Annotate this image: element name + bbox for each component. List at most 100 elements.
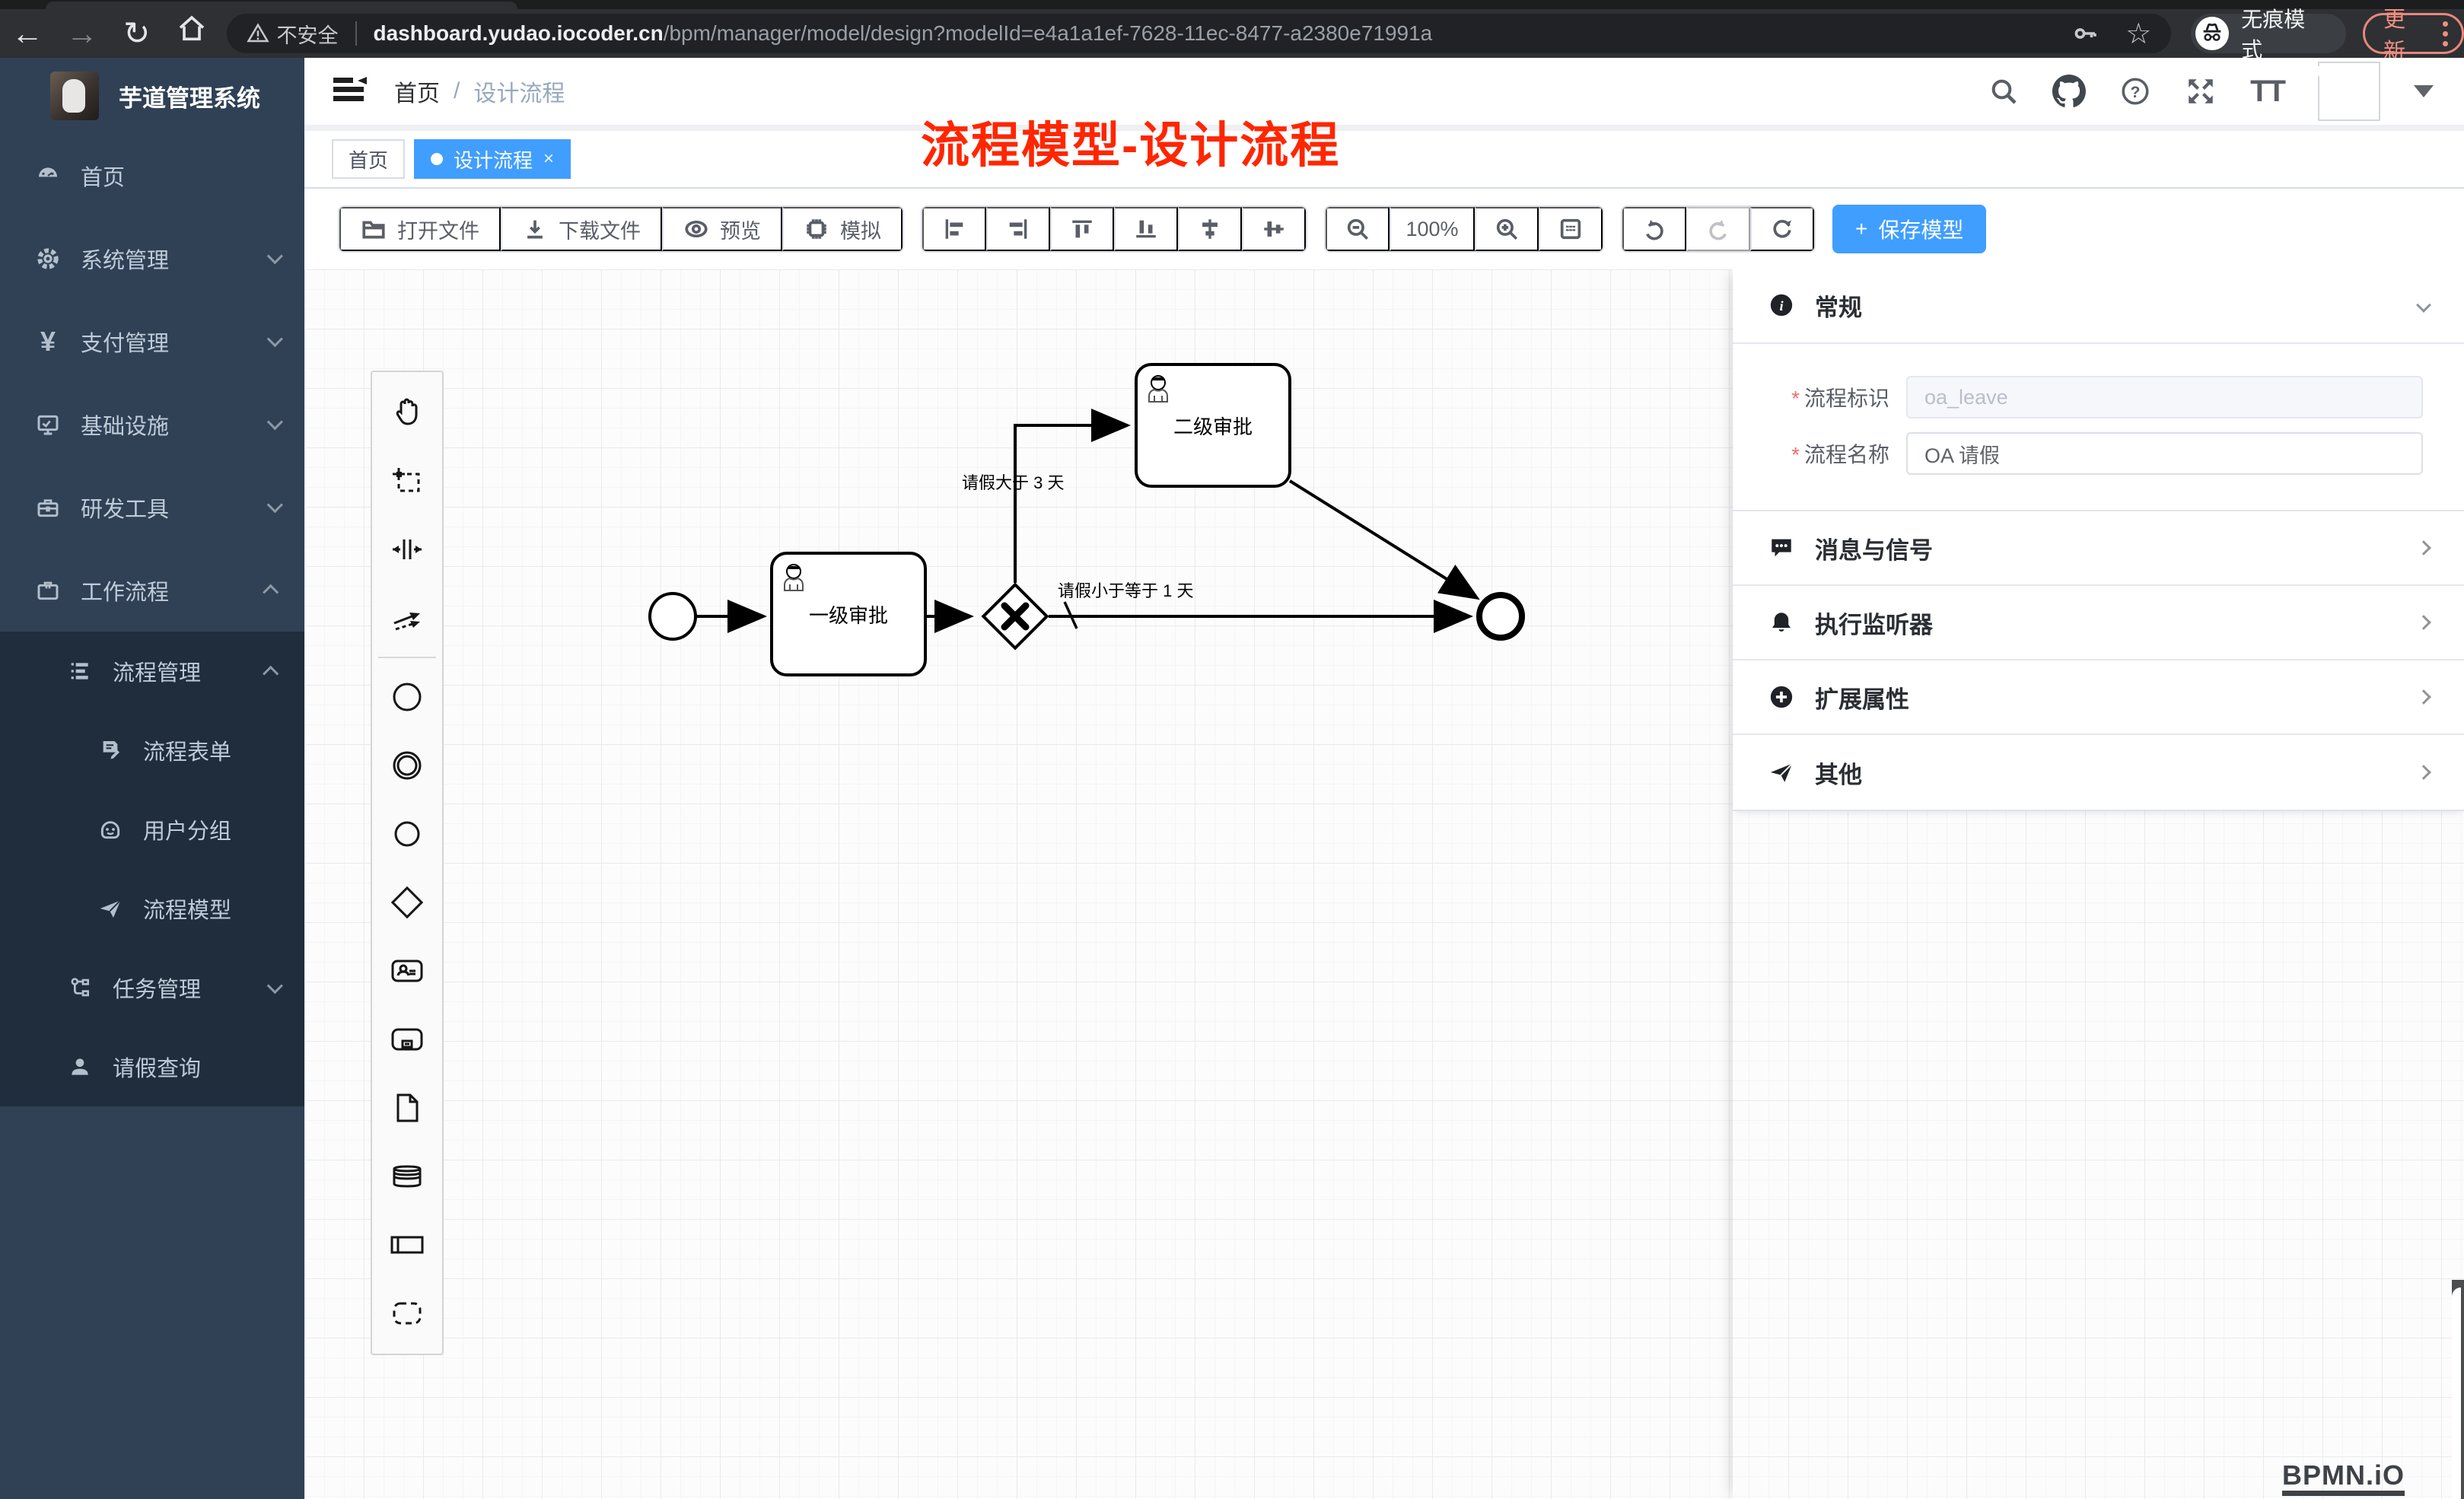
align-center-vertical-button[interactable] <box>1242 207 1306 251</box>
chevron-down-icon <box>267 978 283 994</box>
simulate-button[interactable]: 模拟 <box>782 207 903 251</box>
user-avatar[interactable] <box>2318 62 2380 121</box>
align-bottom-button[interactable] <box>1114 207 1178 251</box>
screen-edge-artifact <box>2452 1280 2464 1499</box>
create-intermediate-event-icon[interactable] <box>372 731 442 800</box>
restart-button[interactable] <box>1750 207 1814 251</box>
sidebar-item-workflow[interactable]: 工作流程 <box>0 549 304 632</box>
insecure-label: 不安全 <box>277 19 339 49</box>
search-icon[interactable] <box>1988 76 2019 107</box>
align-center-horizontal-button[interactable] <box>1178 207 1242 251</box>
flow-gateway-to-task2[interactable] <box>1015 425 1125 583</box>
sidebar-item-payment[interactable]: ¥ 支付管理 <box>0 300 304 383</box>
avatar-dropdown-icon[interactable] <box>2414 85 2434 97</box>
browser-update-button[interactable]: 更新 <box>2363 13 2464 54</box>
fullscreen-icon[interactable] <box>2185 75 2217 107</box>
redo-button[interactable] <box>1686 207 1750 251</box>
section-extended-properties[interactable]: 扩展属性 <box>1733 660 2464 735</box>
preview-button[interactable]: 预览 <box>662 207 782 251</box>
url-text: dashboard.yudao.iocoder.cn/bpm/manager/m… <box>374 21 2058 46</box>
tab-design-process[interactable]: 设计流程 × <box>414 139 571 179</box>
align-left-button[interactable] <box>922 207 986 251</box>
monitor-icon <box>35 412 61 438</box>
sidebar-item-user-group[interactable]: 用户分组 <box>0 790 304 869</box>
section-execution-listeners[interactable]: 执行监听器 <box>1733 586 2464 660</box>
gear-icon <box>35 246 61 272</box>
align-top-button[interactable] <box>1050 207 1114 251</box>
annotation-title: 流程模型-设计流程 <box>921 107 1340 177</box>
bell-icon <box>1768 609 1795 636</box>
sidebar: 芋道管理系统 首页 系统管理 ¥ 支付管理 基础设施 <box>0 58 304 1499</box>
help-icon[interactable]: ? <box>2119 75 2151 107</box>
undo-button[interactable] <box>1622 207 1686 251</box>
font-size-icon[interactable]: TT <box>2250 75 2284 109</box>
sidebar-item-devtools[interactable]: 研发工具 <box>0 466 304 549</box>
close-tab-icon[interactable]: × <box>543 148 554 170</box>
chevron-right-icon <box>2416 615 2431 630</box>
reload-icon[interactable]: ↻ <box>110 14 164 53</box>
download-file-button[interactable]: 下载文件 <box>501 207 662 251</box>
create-group-icon[interactable] <box>372 1279 442 1348</box>
process-key-input[interactable] <box>1906 376 2423 419</box>
github-icon[interactable] <box>2052 75 2086 108</box>
align-right-button[interactable] <box>986 207 1050 251</box>
svg-text:?: ? <box>2131 84 2141 101</box>
create-data-store-icon[interactable] <box>372 1142 442 1211</box>
browser-menu-icon[interactable] <box>2443 21 2448 46</box>
warning-icon <box>247 22 269 45</box>
app-logo[interactable]: 芋道管理系统 <box>0 58 304 134</box>
tab-home[interactable]: 首页 <box>332 139 405 179</box>
sidebar-item-leave-query[interactable]: 请假查询 <box>0 1027 304 1106</box>
open-file-button[interactable]: 打开文件 <box>339 207 501 251</box>
tree-list-icon <box>67 658 93 684</box>
plus-circle-icon <box>1768 683 1795 711</box>
sidebar-item-process-mgmt[interactable]: 流程管理 <box>0 632 304 711</box>
incognito-badge: 无痕模式 <box>2191 14 2346 53</box>
bpmn-diagram[interactable]: 一级审批 二级审批 <box>304 269 1598 695</box>
sidebar-item-process-model[interactable]: 流程模型 <box>0 869 304 948</box>
sidebar-item-task-mgmt[interactable]: 任务管理 <box>0 948 304 1027</box>
zoom-in-button[interactable] <box>1475 207 1539 251</box>
flow-task2-to-end[interactable] <box>1290 481 1475 597</box>
chevron-right-icon <box>2416 540 2431 555</box>
bpmn-io-watermark[interactable]: BPMN.iO <box>2282 1460 2405 1496</box>
address-bar[interactable]: 不安全 dashboard.yudao.iocoder.cn/bpm/manag… <box>227 14 2172 53</box>
svg-text:二级审批: 二级审批 <box>1173 415 1253 438</box>
exclusive-gateway[interactable] <box>983 584 1046 648</box>
save-model-button[interactable]: +保存模型 <box>1832 205 1986 253</box>
back-icon[interactable]: ← <box>0 14 55 53</box>
create-subprocess-icon[interactable] <box>372 1005 442 1074</box>
zoom-out-button[interactable] <box>1326 207 1390 251</box>
sidebar-item-system[interactable]: 系统管理 <box>0 217 304 300</box>
section-general[interactable]: i 常规 <box>1733 269 2464 344</box>
section-messages-signals[interactable]: 消息与信号 <box>1733 511 2464 586</box>
sidebar-item-infra[interactable]: 基础设施 <box>0 383 304 466</box>
create-participant-icon[interactable] <box>372 1211 442 1279</box>
create-gateway-icon[interactable] <box>372 868 442 937</box>
create-data-object-icon[interactable] <box>372 1074 442 1142</box>
yen-icon: ¥ <box>35 329 61 355</box>
sidebar-item-process-form[interactable]: 流程表单 <box>0 711 304 790</box>
flow-label-lte1[interactable]: 请假小于等于 1 天 <box>1058 581 1193 600</box>
task-level1-approve[interactable]: 一级审批 <box>772 553 925 675</box>
site-security: 不安全 <box>247 19 339 49</box>
fit-viewport-button[interactable] <box>1539 207 1603 251</box>
hamburger-icon[interactable] <box>333 75 367 108</box>
password-key-icon[interactable] <box>2072 20 2099 47</box>
end-event[interactable] <box>1479 595 1522 638</box>
bookmark-star-icon[interactable]: ☆ <box>2125 17 2151 51</box>
browser-active-tab[interactable] <box>46 2 517 9</box>
flow-label-gt3[interactable]: 请假大于 3 天 <box>962 473 1064 492</box>
create-end-event-icon[interactable] <box>372 800 442 868</box>
create-user-task-icon[interactable] <box>372 937 442 1005</box>
section-other[interactable]: 其他 <box>1733 735 2464 810</box>
start-event[interactable] <box>650 594 696 639</box>
forward-icon[interactable]: → <box>55 14 110 53</box>
breadcrumb-home[interactable]: 首页 <box>394 75 440 108</box>
header-divider <box>304 125 2464 131</box>
process-name-input[interactable] <box>1906 432 2423 475</box>
sidebar-item-home[interactable]: 首页 <box>0 134 304 217</box>
task-level2-approve[interactable]: 二级审批 <box>1136 364 1290 486</box>
home-icon[interactable] <box>164 14 219 53</box>
chevron-down-icon <box>267 497 283 513</box>
